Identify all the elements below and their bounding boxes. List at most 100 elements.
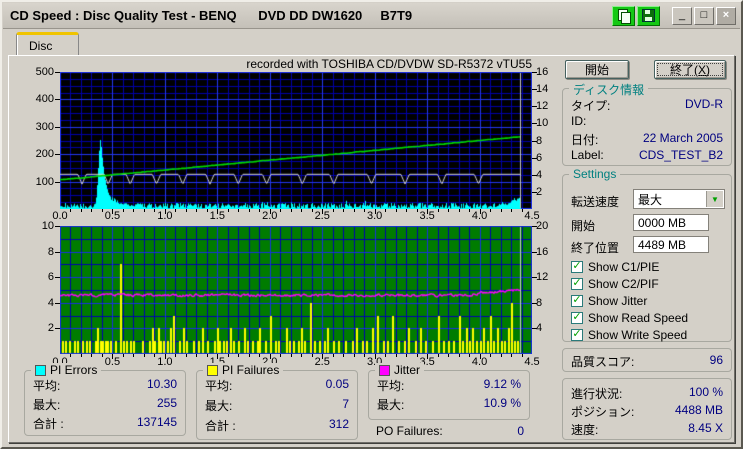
y-axis-tick: [55, 226, 60, 227]
close-button[interactable]: ×: [716, 6, 736, 25]
pi-failures-box-label: PI Failures: [222, 363, 280, 377]
quality-score-row: 品質スコア: 96: [571, 353, 723, 369]
stat-row: 最大: 255: [33, 396, 177, 412]
stat-row: 日付: 22 March 2005: [571, 131, 723, 147]
x-axis-tick: [217, 209, 218, 214]
window-title: CD Speed : Disc Quality Test - BENQ DVD …: [10, 8, 413, 23]
x-axis-tick: [427, 354, 428, 359]
floppy-disk-icon: [642, 9, 655, 22]
checkbox-label: Show Write Speed: [588, 327, 688, 342]
restore-icon: □: [700, 9, 708, 21]
disc-info-box-title: ディスク情報: [569, 81, 649, 98]
stat-value: 312: [328, 417, 349, 431]
checkbox[interactable]: ✓: [571, 294, 583, 307]
x-axis-tick: [385, 354, 386, 357]
transfer-speed-label: 転送速度: [571, 195, 620, 209]
chevron-down-icon: ▼: [711, 194, 719, 204]
y2-axis-tick: [532, 328, 537, 329]
x-axis-tick: [375, 354, 376, 359]
start-position-input[interactable]: 0000 MB: [633, 214, 709, 231]
x-axis-tick: [207, 209, 208, 212]
stat-label: 合計 :: [205, 419, 236, 433]
x-axis-tick: [112, 354, 113, 359]
x-axis-tick: [102, 209, 103, 212]
minimize-button[interactable]: _: [672, 6, 692, 25]
exit-button[interactable]: 終了(X): [654, 60, 726, 79]
y-axis-tick-label: 300: [35, 120, 54, 133]
y2-axis-tick-label: 8: [536, 134, 543, 147]
jitter-box: Jitter 平均: 9.12 % 最大: 10.9 %: [368, 363, 530, 420]
save-button[interactable]: [637, 5, 660, 26]
stat-label: 平均:: [377, 379, 405, 393]
checkbox[interactable]: ✓: [571, 328, 583, 341]
y2-axis-tick: [532, 72, 537, 73]
y2-axis-tick: [532, 89, 537, 90]
x-axis-tick: [291, 209, 292, 212]
x-axis-tick: [364, 354, 365, 357]
stat-label: Label:: [571, 148, 604, 162]
y2-axis-tick-label: 20: [536, 220, 549, 232]
x-axis-tick: [322, 354, 323, 359]
recorded-with-caption: recorded with TOSHIBA CD/DVDW SD-R5372 v…: [246, 57, 532, 71]
x-axis-tick: [144, 209, 145, 212]
y-axis-tick: [55, 277, 60, 278]
checkbox[interactable]: ✓: [571, 311, 583, 324]
x-axis-tick: [291, 354, 292, 357]
x-axis-tick: [511, 209, 512, 212]
y2-axis-tick-label: 14: [536, 83, 549, 96]
x-axis-tick: [228, 209, 229, 212]
y2-axis-tick-label: 4: [536, 168, 543, 181]
restore-button[interactable]: □: [694, 6, 714, 25]
stat-value: 0.05: [325, 377, 349, 391]
x-axis-tick: [448, 354, 449, 357]
stat-row: 最大: 10.9 %: [377, 396, 521, 412]
x-axis-tick: [501, 354, 502, 357]
transfer-speed-value: 最大: [638, 192, 663, 207]
start-position-value: 0000 MB: [638, 215, 687, 230]
stat-value: CDS_TEST_B2: [638, 148, 723, 162]
transfer-speed-dropdown[interactable]: 最大 ▼: [633, 189, 725, 209]
bottom-chart-canvas: [60, 226, 532, 354]
x-axis-tick: [133, 209, 134, 212]
y-axis-tick-label: 2: [47, 322, 54, 335]
x-axis-tick: [91, 209, 92, 212]
y-axis-tick: [55, 303, 60, 304]
x-axis-tick: [259, 209, 260, 212]
start-button[interactable]: 開始: [565, 60, 629, 79]
end-position-input[interactable]: 4489 MB: [633, 236, 709, 253]
x-axis-tick: [333, 209, 334, 212]
checkbox-row: ✓ Show C1/PIE: [571, 259, 659, 274]
stat-value: 10.30: [146, 377, 177, 391]
x-axis-tick: [133, 354, 134, 357]
stat-value: 255: [156, 396, 177, 410]
stat-label: 速度:: [571, 423, 599, 437]
pi-errors-box: PI Errors 平均: 10.30 最大: 255 合計 : 137145: [24, 363, 186, 436]
settings-box-title: Settings: [569, 167, 621, 181]
x-axis-tick: [375, 209, 376, 214]
exit-button-label: 終了(X): [669, 63, 710, 77]
x-axis-tick: [91, 354, 92, 357]
y-axis-tick-label: 500: [35, 66, 54, 78]
x-axis-tick: [322, 209, 323, 214]
stat-label: ポジション:: [571, 405, 635, 419]
y-axis-tick: [55, 127, 60, 128]
x-axis-tick: [343, 209, 344, 212]
x-axis-tick: [238, 354, 239, 357]
po-failures-value: 0: [517, 424, 524, 438]
pi-failures-box: PI Failures 平均: 0.05 最大: 7 合計 : 312: [196, 363, 358, 440]
stat-row: 進行状況: 100 %: [571, 385, 723, 401]
y2-axis-tick-label: 10: [536, 117, 549, 130]
checkbox-row: ✓ Show Write Speed: [571, 327, 687, 342]
checkbox[interactable]: ✓: [571, 260, 583, 273]
x-axis-tick: [154, 354, 155, 357]
copy-button[interactable]: [612, 5, 635, 26]
y2-axis-tick-label: 12: [536, 271, 549, 284]
x-axis-tick: [175, 354, 176, 357]
end-position-label: 終了位置: [571, 241, 620, 255]
checkbox[interactable]: ✓: [571, 277, 583, 290]
x-axis-tick: [238, 209, 239, 212]
x-axis-tick: [490, 354, 491, 357]
y2-axis-tick-label: 2: [536, 185, 543, 198]
x-axis-tick: [459, 354, 460, 357]
dropdown-button[interactable]: ▼: [706, 191, 723, 207]
